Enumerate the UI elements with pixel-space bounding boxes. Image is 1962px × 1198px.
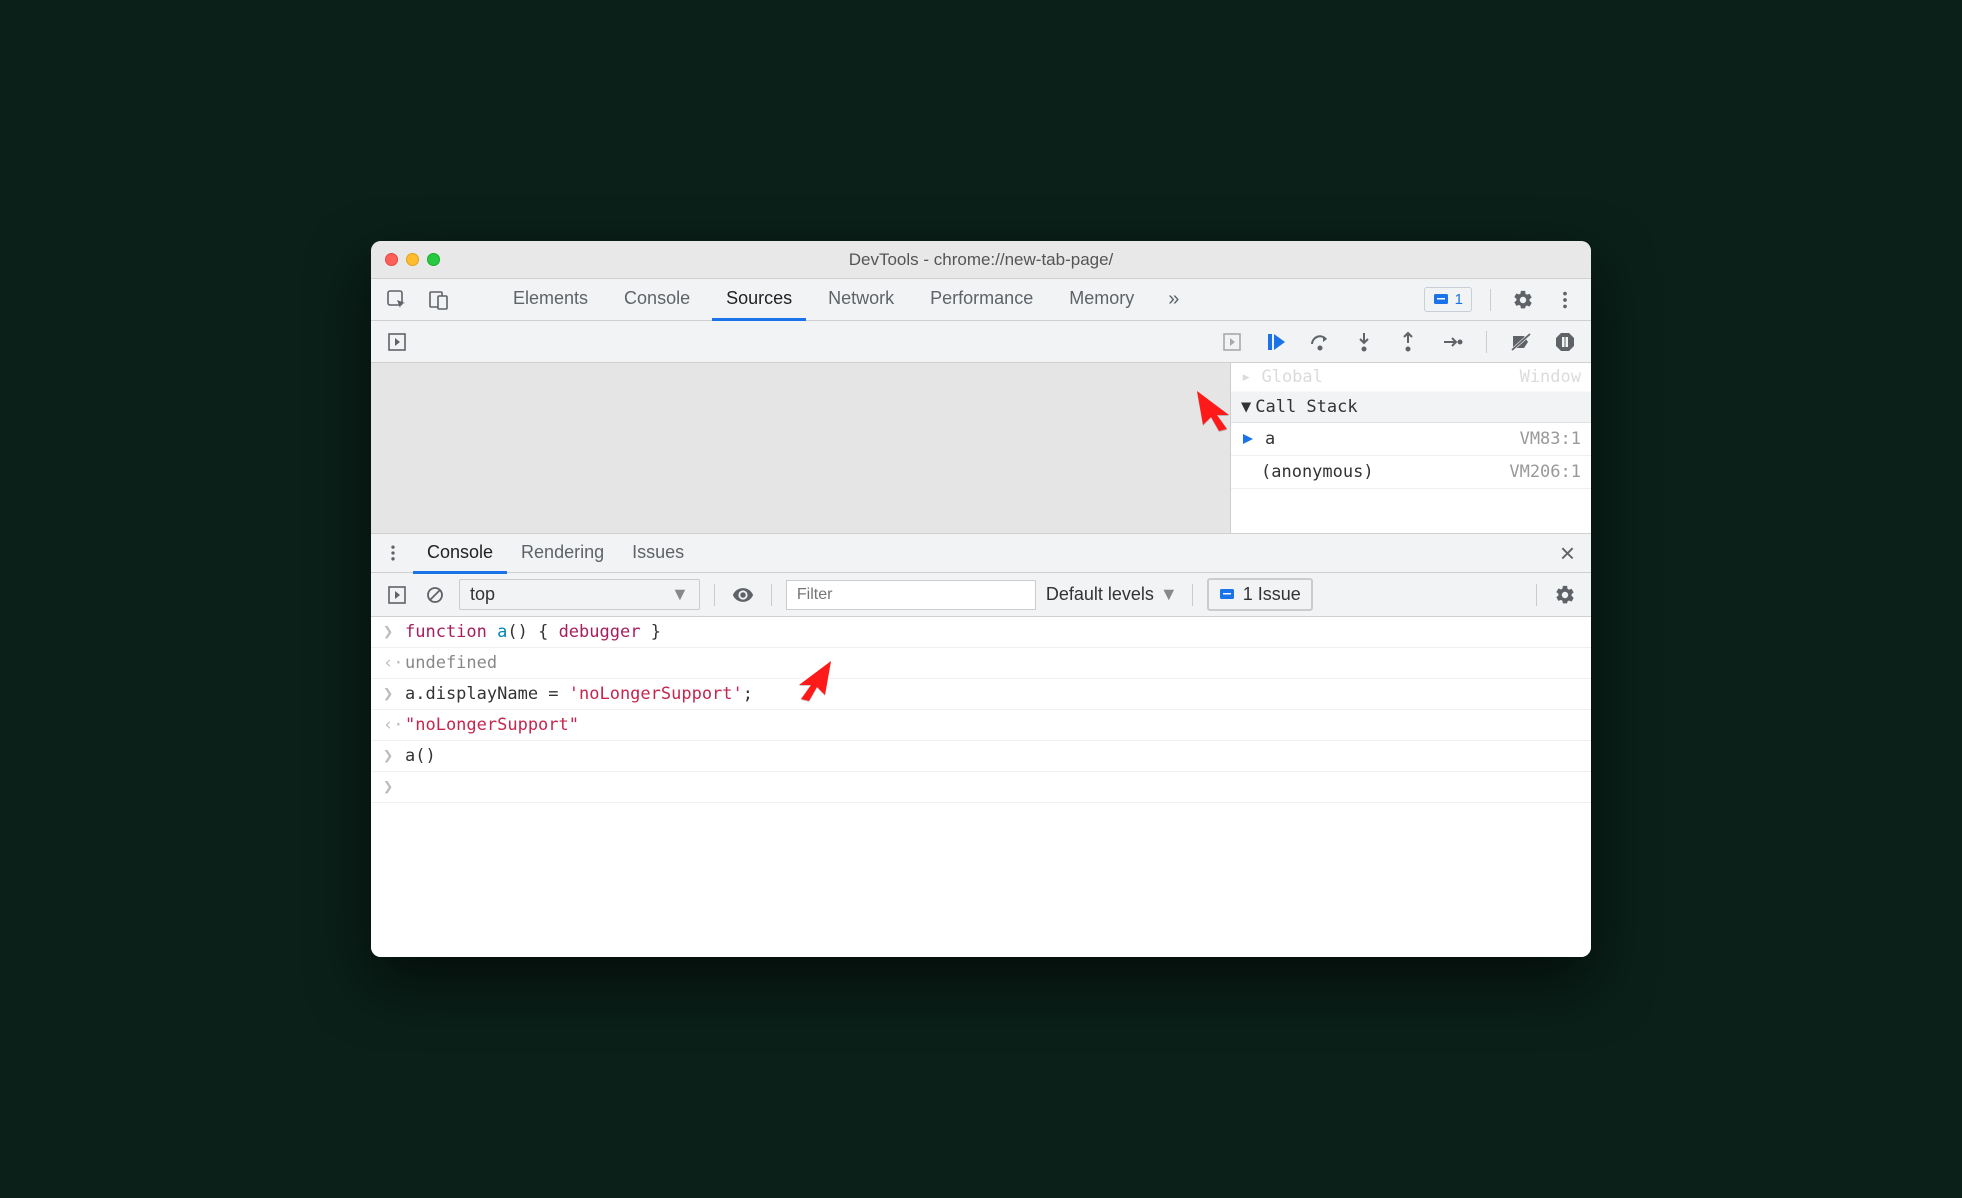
console-output[interactable]: ❯function a() { debugger }‹·undefined❯a.…	[371, 617, 1591, 957]
context-selector[interactable]: top ▼	[459, 579, 700, 610]
debugger-sidebar: ▸ Global Window ▼ Call Stack aVM83:1(ano…	[1231, 363, 1591, 533]
window-title: DevTools - chrome://new-tab-page/	[371, 250, 1591, 270]
tab-network[interactable]: Network	[814, 278, 908, 321]
console-toolbar: top ▼ Default levels ▼ 1 Issue	[371, 573, 1591, 617]
pause-on-exceptions-icon[interactable]	[1551, 328, 1579, 356]
input-arrow-icon: ❯	[383, 684, 405, 704]
live-expression-icon[interactable]	[729, 581, 757, 609]
output-arrow-icon: ‹·	[383, 715, 405, 735]
divider	[1490, 289, 1491, 311]
drawer-tab-rendering[interactable]: Rendering	[507, 533, 618, 574]
tab-performance[interactable]: Performance	[916, 278, 1047, 321]
code-content: undefined	[405, 653, 1579, 673]
drawer-tabstrip: ConsoleRenderingIssues ×	[371, 533, 1591, 573]
step-icon[interactable]	[1438, 328, 1466, 356]
settings-icon[interactable]	[1509, 286, 1537, 314]
console-line: ❯function a() { debugger }	[371, 617, 1591, 648]
issues-label: 1 Issue	[1243, 584, 1301, 605]
console-line: ‹·"noLongerSupport"	[371, 710, 1591, 741]
tab-elements[interactable]: Elements	[499, 278, 602, 321]
console-line: ❯a.displayName = 'noLongerSupport';	[371, 679, 1591, 710]
code-content	[405, 777, 1579, 797]
sources-content: ▸ Global Window ▼ Call Stack aVM83:1(ano…	[371, 363, 1591, 533]
code-content: "noLongerSupport"	[405, 715, 1579, 735]
deactivate-breakpoints-icon[interactable]	[1507, 328, 1535, 356]
more-tabs-button[interactable]: »	[1162, 286, 1185, 314]
resume-icon[interactable]	[1262, 328, 1290, 356]
sources-toolbar	[371, 321, 1591, 363]
clear-console-icon[interactable]	[421, 581, 449, 609]
console-line: ‹·undefined	[371, 648, 1591, 679]
divider	[1192, 584, 1193, 606]
drawer-tab-console[interactable]: Console	[413, 533, 507, 574]
drawer-kebab-icon[interactable]	[379, 539, 407, 567]
divider	[771, 584, 772, 606]
code-content: a()	[405, 746, 1579, 766]
output-arrow-icon: ‹·	[383, 653, 405, 673]
kebab-menu-icon[interactable]	[1551, 286, 1579, 314]
context-label: top	[470, 584, 495, 605]
devtools-window: DevTools - chrome://new-tab-page/ Elemen…	[371, 241, 1591, 957]
scope-global-row[interactable]: ▸ Global Window	[1231, 363, 1591, 392]
disclosure-triangle-icon: ▼	[1241, 397, 1251, 417]
close-drawer-button[interactable]: ×	[1552, 538, 1583, 569]
callstack-title: Call Stack	[1255, 397, 1357, 417]
divider	[714, 584, 715, 606]
filter-input[interactable]	[786, 580, 1036, 610]
code-content: function a() { debugger }	[405, 622, 1579, 642]
prompt-icon: ❯	[383, 777, 405, 797]
frame-location: VM206:1	[1509, 462, 1581, 482]
divider	[1536, 584, 1537, 606]
step-out-icon[interactable]	[1394, 328, 1422, 356]
step-over-icon[interactable]	[1306, 328, 1334, 356]
tab-memory[interactable]: Memory	[1055, 278, 1148, 321]
frame-location: VM83:1	[1520, 429, 1581, 449]
tab-sources[interactable]: Sources	[712, 278, 806, 321]
drawer-tab-issues[interactable]: Issues	[618, 533, 698, 574]
inspect-element-icon[interactable]	[383, 286, 411, 314]
stack-frame[interactable]: aVM83:1	[1231, 423, 1591, 456]
log-level-selector[interactable]: Default levels ▼	[1046, 584, 1178, 605]
titlebar: DevTools - chrome://new-tab-page/	[371, 241, 1591, 279]
dropdown-triangle-icon: ▼	[671, 584, 689, 605]
console-sidebar-toggle-icon[interactable]	[383, 581, 411, 609]
input-arrow-icon: ❯	[383, 622, 405, 642]
issue-count-value: 1	[1455, 291, 1463, 308]
console-line: ❯	[371, 772, 1591, 803]
issues-button[interactable]: 1 Issue	[1207, 578, 1313, 611]
input-arrow-icon: ❯	[383, 746, 405, 766]
callstack-header[interactable]: ▼ Call Stack	[1231, 392, 1591, 423]
step-into-icon[interactable]	[1350, 328, 1378, 356]
main-tabstrip: ElementsConsoleSourcesNetworkPerformance…	[371, 279, 1591, 321]
show-debugger-icon[interactable]	[1218, 328, 1246, 356]
source-editor-pane[interactable]	[371, 363, 1231, 533]
frame-function: (anonymous)	[1261, 462, 1509, 482]
code-content: a.displayName = 'noLongerSupport';	[405, 684, 1579, 704]
tab-console[interactable]: Console	[610, 278, 704, 321]
frame-function: a	[1265, 429, 1520, 449]
levels-label: Default levels	[1046, 584, 1154, 605]
dropdown-triangle-icon: ▼	[1160, 584, 1178, 605]
console-settings-icon[interactable]	[1551, 581, 1579, 609]
divider	[1486, 331, 1487, 353]
stack-frame[interactable]: (anonymous)VM206:1	[1231, 456, 1591, 489]
console-line: ❯a()	[371, 741, 1591, 772]
show-navigator-icon[interactable]	[383, 328, 411, 356]
issue-counter[interactable]: 1	[1424, 287, 1472, 312]
current-frame-arrow-icon	[1241, 432, 1255, 446]
device-toolbar-icon[interactable]	[425, 286, 453, 314]
